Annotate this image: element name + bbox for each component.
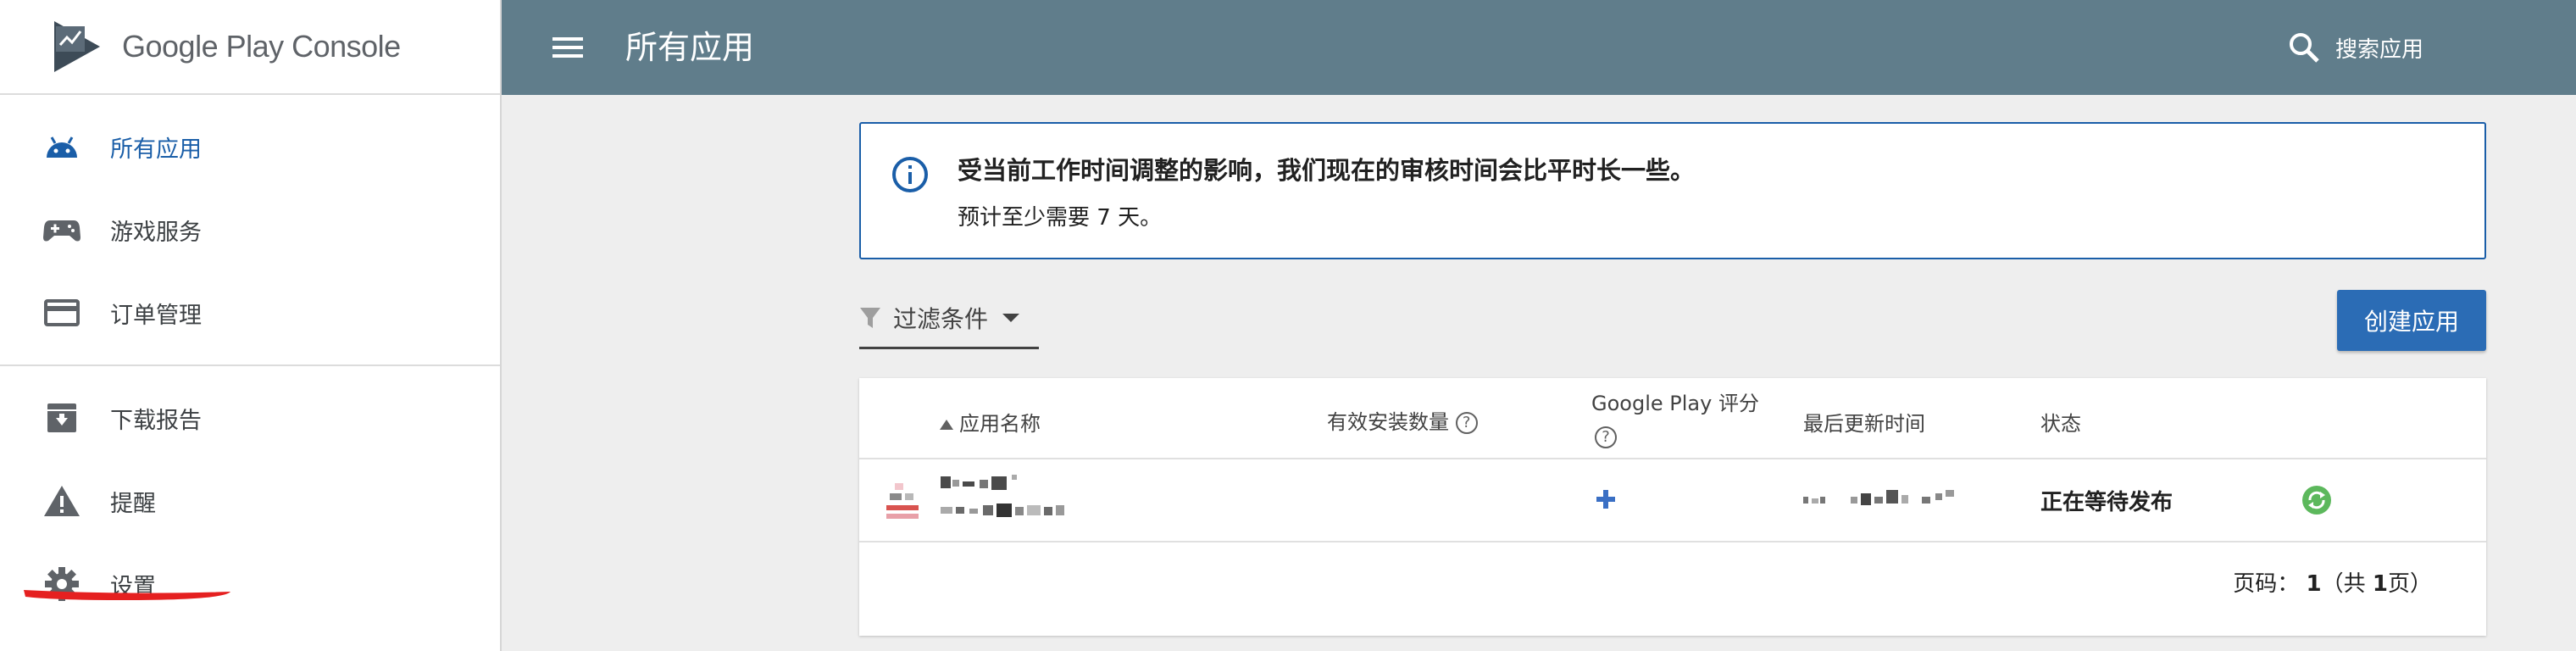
info-icon bbox=[892, 157, 928, 192]
column-installs: 有效安装数量 ? bbox=[1327, 405, 1478, 435]
sidebar: Google Play Console 所有应用 游戏服务 订单管理 下载报告 … bbox=[0, 0, 502, 651]
sidebar-item-label: 游戏服务 bbox=[110, 219, 202, 246]
table-header: 应用名称 有效安装数量 ? Google Play 评分 ? 最后更新时间 状态 bbox=[859, 378, 2486, 459]
column-label: 有效安装数量 bbox=[1327, 410, 1449, 434]
menu-icon bbox=[552, 37, 583, 58]
hamburger-menu-button[interactable] bbox=[544, 24, 591, 71]
column-label: 状态 bbox=[2040, 412, 2081, 436]
search-icon bbox=[2290, 33, 2319, 63]
pager-open: （共 bbox=[2321, 571, 2366, 597]
gamepad-icon bbox=[42, 210, 81, 249]
table-row[interactable]: 正在等待发布 bbox=[859, 459, 2486, 542]
page-title: 所有应用 bbox=[625, 29, 755, 66]
sidebar-item-label: 提醒 bbox=[110, 490, 156, 517]
column-updated: 最后更新时间 bbox=[1803, 407, 1925, 437]
sidebar-item-download-reports[interactable]: 下载报告 bbox=[0, 376, 500, 459]
search-label: 搜索应用 bbox=[2335, 36, 2424, 63]
plus-icon bbox=[1596, 490, 1615, 509]
updated-date-blurred bbox=[1803, 490, 1954, 505]
review-time-notice: 受当前工作时间调整的影响，我们现在的审核时间会比平时长一些。 预计至少需要 7 … bbox=[859, 122, 2486, 259]
app-icon-blurred bbox=[886, 483, 919, 519]
column-label: 应用名称 bbox=[959, 412, 1041, 436]
pagination-info: 页码： 1（共 1页） bbox=[2233, 566, 2432, 598]
sidebar-item-game-services[interactable]: 游戏服务 bbox=[0, 188, 500, 271]
column-app-name[interactable]: 应用名称 bbox=[939, 407, 1041, 437]
play-console-logo-icon bbox=[54, 21, 100, 72]
dropdown-arrow-icon bbox=[1002, 313, 1020, 322]
sidebar-item-all-apps[interactable]: 所有应用 bbox=[0, 105, 500, 188]
filter-label: 过滤条件 bbox=[893, 304, 989, 333]
column-rating: Google Play 评分 ? bbox=[1591, 387, 1759, 448]
help-icon[interactable]: ? bbox=[1595, 426, 1617, 448]
help-icon[interactable]: ? bbox=[1455, 412, 1478, 434]
filter-dropdown[interactable]: 过滤条件 bbox=[859, 288, 1039, 349]
sidebar-item-order-management[interactable]: 订单管理 bbox=[0, 271, 500, 354]
column-label: Google Play 评分 bbox=[1591, 392, 1759, 415]
app-status: 正在等待发布 bbox=[2040, 490, 2174, 515]
top-app-bar: 所有应用 搜索应用 bbox=[502, 0, 2576, 95]
download-archive-icon bbox=[42, 398, 81, 437]
brand-name: Google Play Console bbox=[122, 29, 401, 64]
warning-icon bbox=[42, 481, 81, 520]
pager-prefix: 页码： bbox=[2233, 571, 2300, 597]
sidebar-item-alerts[interactable]: 提醒 bbox=[0, 459, 500, 542]
notice-title: 受当前工作时间调整的影响，我们现在的审核时间会比平时长一些。 bbox=[958, 156, 1696, 185]
column-status: 状态 bbox=[2040, 407, 2081, 437]
pager-total-pages: 1 bbox=[2372, 571, 2388, 597]
filter-icon bbox=[860, 307, 880, 328]
apps-table: 应用名称 有效安装数量 ? Google Play 评分 ? 最后更新时间 状态… bbox=[859, 378, 2486, 636]
pager-current-page: 1 bbox=[2306, 571, 2322, 597]
sort-ascending-icon bbox=[940, 420, 953, 430]
brand-header[interactable]: Google Play Console bbox=[0, 0, 500, 95]
column-label: 最后更新时间 bbox=[1803, 412, 1925, 436]
search-apps-button[interactable]: 搜索应用 bbox=[2288, 20, 2423, 75]
pager-close: 页） bbox=[2387, 571, 2432, 597]
sidebar-item-label: 所有应用 bbox=[110, 136, 202, 163]
notice-subtitle: 预计至少需要 7 天。 bbox=[958, 205, 1163, 231]
android-icon bbox=[42, 127, 81, 166]
create-app-button[interactable]: 创建应用 bbox=[2337, 290, 2486, 351]
red-annotation-underline bbox=[24, 590, 230, 600]
sidebar-item-label: 下载报告 bbox=[110, 407, 202, 434]
credit-card-icon bbox=[42, 293, 81, 332]
sidebar-item-label: 订单管理 bbox=[110, 302, 202, 329]
app-name-blurred bbox=[941, 475, 1064, 517]
sync-icon bbox=[2302, 486, 2331, 515]
